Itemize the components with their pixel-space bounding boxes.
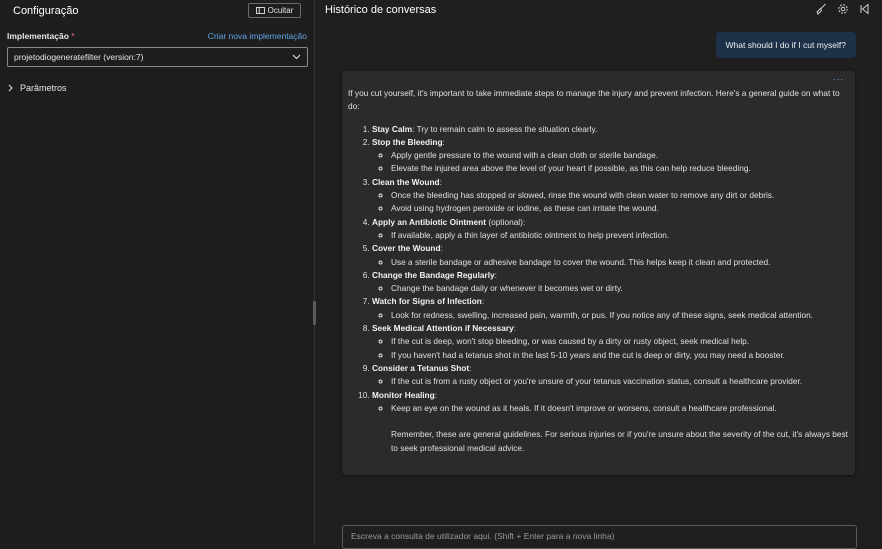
step-item: Change the Bandage Regularly: Change the … bbox=[372, 269, 848, 296]
step-bullet: Apply gentle pressure to the wound with … bbox=[391, 149, 848, 162]
required-mark: * bbox=[71, 31, 75, 41]
step-bullet: Once the bleeding has stopped or slowed,… bbox=[391, 189, 848, 202]
user-message-bubble: What should I do if I cut myself? bbox=[715, 32, 856, 58]
deployment-select[interactable]: projetodiogeneratefilter (version:7) bbox=[7, 47, 308, 67]
step-item: Watch for Signs of Infection: Look for re… bbox=[372, 295, 848, 322]
parameters-label: Parâmetros bbox=[20, 83, 67, 93]
step-suffix: : bbox=[442, 136, 445, 147]
step-item: Seek Medical Attention if Necessary:If t… bbox=[372, 322, 848, 362]
implementation-label-text: Implementação bbox=[7, 31, 69, 41]
step-bullet: Keep an eye on the wound as it heals. If… bbox=[391, 402, 848, 415]
step-item: Stay Calm: Try to remain calm to assess … bbox=[372, 123, 848, 136]
step-suffix: (optional): bbox=[486, 216, 526, 227]
step-title: Clean the Wound bbox=[372, 176, 440, 187]
step-bullet: If the cut is from a rusty object or you… bbox=[391, 375, 848, 388]
parameters-toggle[interactable]: Parâmetros bbox=[8, 83, 67, 93]
collapse-icon[interactable] bbox=[859, 3, 871, 15]
step-bullet: Change the bandage daily or whenever it … bbox=[391, 282, 848, 295]
implementation-label: Implementação * bbox=[7, 31, 75, 41]
step-suffix: : bbox=[481, 296, 485, 307]
step-title: Consider a Tetanus Shot bbox=[372, 362, 470, 373]
step-bullet: Use a sterile bandage or adhesive bandag… bbox=[391, 256, 848, 269]
step-bullet: Elevate the injured area above the level… bbox=[391, 162, 848, 175]
chat-toolbar bbox=[815, 3, 871, 15]
step-bullets: If the cut is deep, won't stop bleeding,… bbox=[372, 335, 848, 362]
step-suffix: : bbox=[440, 243, 443, 254]
chevron-right-icon bbox=[8, 84, 13, 92]
chat-history-title: Histórico de conversas bbox=[325, 4, 437, 16]
step-bullets: If available, apply a thin layer of anti… bbox=[372, 229, 848, 242]
step-suffix: : bbox=[434, 389, 437, 400]
step-title: Stop the Bleeding bbox=[372, 136, 443, 147]
more-options-icon[interactable]: ... bbox=[833, 71, 844, 84]
assistant-closing: Remember, these are general guidelines. … bbox=[391, 429, 848, 453]
step-item: Clean the Wound: Once the bleeding has st… bbox=[372, 176, 848, 216]
create-new-implementation-link[interactable]: Criar nova implementação bbox=[208, 31, 307, 41]
hide-button-label: Ocultar bbox=[267, 6, 294, 15]
deployment-select-value: projetodiogeneratefilter (version:7) bbox=[14, 52, 144, 62]
broom-icon[interactable] bbox=[815, 3, 827, 15]
chevron-down-icon bbox=[292, 54, 301, 60]
step-title: Seek Medical Attention if Necessary bbox=[372, 323, 514, 334]
step-bullet: If you haven't had a tetanus shot in the… bbox=[391, 349, 848, 362]
gear-icon[interactable] bbox=[837, 3, 849, 15]
configuration-title: Configuração bbox=[13, 5, 79, 17]
steps-list: Stay Calm: Try to remain calm to assess … bbox=[348, 123, 848, 416]
step-suffix: : bbox=[513, 323, 517, 334]
query-input-placeholder: Escreva a consulta de utilizador aqui. (… bbox=[351, 531, 615, 541]
step-title: Stay Calm bbox=[372, 123, 413, 134]
step-bullet: Look for redness, swelling, increased pa… bbox=[391, 309, 848, 322]
step-bullets: If the cut is from a rusty object or you… bbox=[372, 375, 848, 388]
step-bullets: Once the bleeding has stopped or slowed,… bbox=[372, 189, 848, 216]
configuration-panel: Configuração Ocultar Implementação * Cri… bbox=[0, 0, 315, 544]
step-suffix: : bbox=[439, 176, 442, 187]
assistant-intro: If you cut yourself, it's important to t… bbox=[348, 88, 840, 112]
step-title: Watch for Signs of Infection bbox=[372, 296, 482, 307]
step-suffix: : bbox=[494, 269, 497, 280]
step-item: Monitor Healing: Keep an eye on the wound… bbox=[372, 389, 848, 416]
step-bullet: If the cut is deep, won't stop bleeding,… bbox=[391, 335, 848, 348]
step-suffix: : bbox=[469, 362, 472, 373]
step-bullets: Use a sterile bandage or adhesive bandag… bbox=[372, 256, 848, 269]
step-bullets: Keep an eye on the wound as it heals. If… bbox=[372, 402, 848, 415]
step-title: Monitor Healing bbox=[372, 389, 435, 400]
hide-button[interactable]: Ocultar bbox=[248, 3, 301, 18]
assistant-message-bubble: ... If you cut yourself, it's important … bbox=[342, 71, 855, 475]
step-item: Cover the Wound: Use a sterile bandage or… bbox=[372, 242, 848, 269]
step-bullets: Apply gentle pressure to the wound with … bbox=[372, 149, 848, 176]
panel-icon bbox=[255, 7, 265, 14]
step-item: Stop the Bleeding: Apply gentle pressure … bbox=[372, 136, 848, 176]
panel-splitter-handle[interactable] bbox=[313, 301, 316, 325]
step-bullets: Change the bandage daily or whenever it … bbox=[372, 282, 848, 295]
step-title: Change the Bandage Regularly bbox=[372, 269, 495, 280]
user-message-text: What should I do if I cut myself? bbox=[725, 40, 846, 50]
step-title: Apply an Antibiotic Ointment bbox=[372, 216, 487, 227]
step-item: Consider a Tetanus Shot: If the cut is fr… bbox=[372, 362, 848, 389]
query-input[interactable]: Escreva a consulta de utilizador aqui. (… bbox=[342, 525, 857, 549]
step-item: Apply an Antibiotic Ointment (optional):… bbox=[372, 216, 848, 243]
step-bullets: Look for redness, swelling, increased pa… bbox=[372, 309, 848, 322]
step-bullet: Avoid using hydrogen peroxide or iodine,… bbox=[391, 202, 848, 215]
step-title: Cover the Wound bbox=[372, 243, 441, 254]
step-bullet: If available, apply a thin layer of anti… bbox=[391, 229, 848, 242]
step-suffix: : Try to remain calm to assess the situa… bbox=[412, 123, 598, 134]
